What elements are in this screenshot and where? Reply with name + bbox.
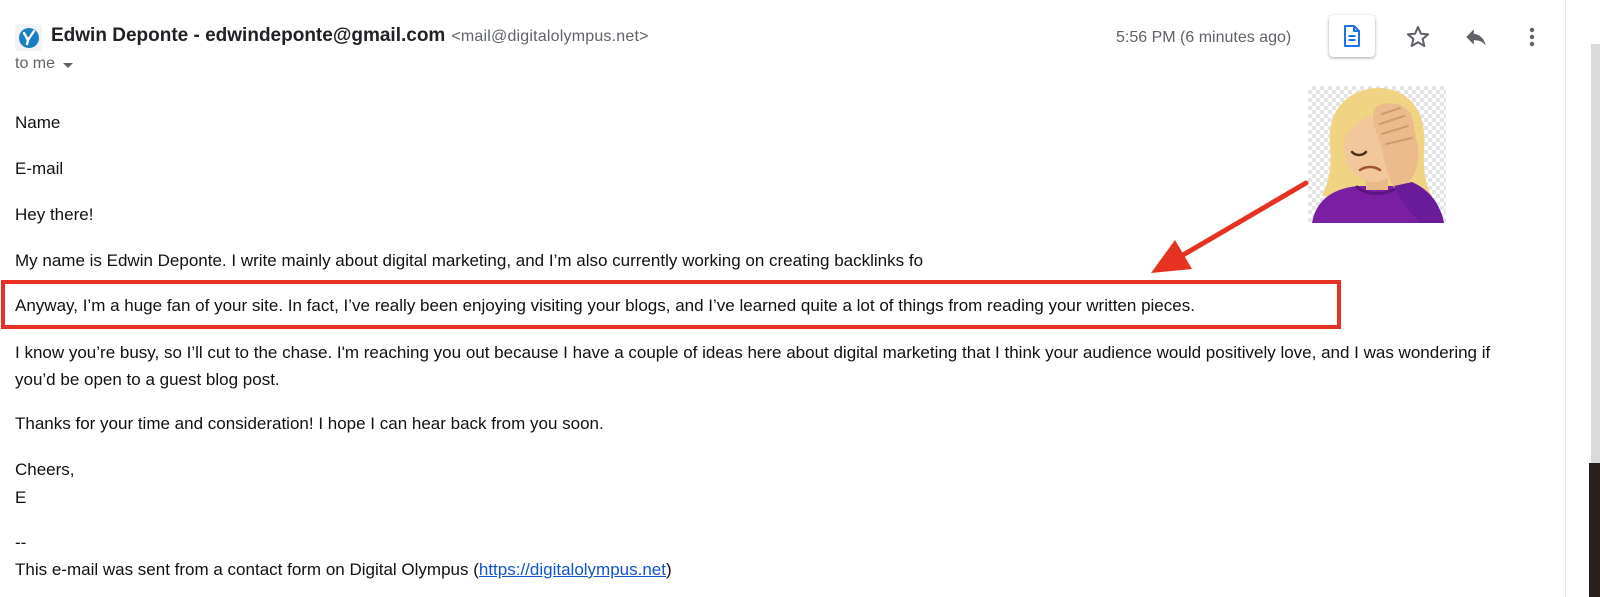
chevron-down-icon (63, 62, 74, 68)
star-icon (1406, 26, 1430, 48)
email-label: E-mail (15, 159, 64, 178)
footer-suffix: ) (665, 560, 672, 579)
document-button[interactable] (1329, 15, 1375, 57)
scrollbar[interactable] (1591, 44, 1600, 464)
email-view: Edwin Deponte - edwindeponte@gmail.com <… (0, 0, 1600, 597)
more-options-button[interactable] (1515, 20, 1549, 54)
yoast-logo-icon (15, 24, 42, 51)
sender-line: Edwin Deponte - edwindeponte@gmail.com <… (51, 25, 649, 47)
footer-prefix: This e-mail was sent from a contact form… (15, 560, 479, 579)
recipient-toggle[interactable]: to me (15, 55, 74, 73)
pitch-paragraph: I know you’re busy, so I’ll cut to the c… (15, 343, 1491, 389)
footer-line: This e-mail was sent from a contact form… (15, 560, 672, 580)
signoff: Cheers, (15, 460, 75, 479)
thanks-paragraph: Thanks for your time and consideration! … (15, 414, 604, 433)
more-vert-icon (1529, 27, 1535, 47)
footer-link[interactable]: https://digitalolympus.net (479, 560, 666, 579)
sender-address: <mail@digitalolympus.net> (451, 28, 649, 45)
recipient-label: to me (15, 55, 56, 72)
name-label: Name (15, 113, 61, 132)
highlighted-paragraph: Anyway, I’m a huge fan of your site. In … (15, 296, 1195, 315)
intro-paragraph: My name is Edwin Deponte. I write mainly… (15, 251, 924, 270)
reply-icon (1466, 29, 1486, 46)
sender-name: Edwin Deponte - edwindeponte@gmail.com (51, 25, 446, 46)
document-icon (1344, 25, 1360, 47)
side-panel-thumbnail (1589, 463, 1600, 597)
signature-separator: -- (15, 533, 27, 552)
greeting: Hey there! (15, 205, 94, 224)
reply-button[interactable] (1459, 20, 1493, 54)
signature-initial: E (15, 488, 27, 507)
star-button[interactable] (1401, 20, 1435, 54)
timestamp: 5:56 PM (6 minutes ago) (1116, 29, 1292, 46)
woman-facepalming-emoji (1308, 86, 1446, 223)
